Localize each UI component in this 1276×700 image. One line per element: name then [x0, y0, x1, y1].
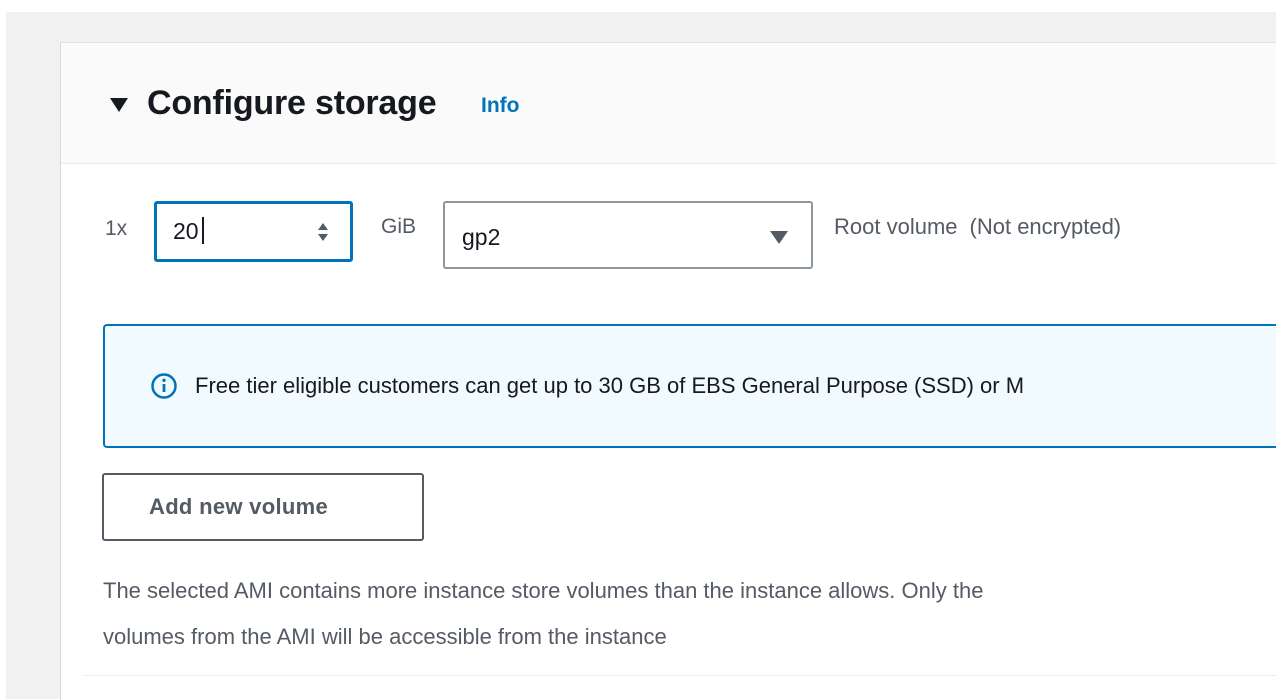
- collapse-caret-icon[interactable]: [109, 95, 129, 115]
- dropdown-arrow-icon: [769, 229, 789, 245]
- text-cursor: [202, 217, 204, 244]
- stepper-icon[interactable]: [316, 220, 330, 244]
- size-unit-label: GiB: [381, 215, 417, 238]
- add-new-volume-button[interactable]: Add new volume: [102, 473, 424, 541]
- free-tier-alert: Free tier eligible customers can get up …: [103, 324, 1276, 448]
- volume-size-input[interactable]: [173, 216, 303, 246]
- ami-warning-line-2: volumes from the AMI will be accessible …: [103, 624, 667, 649]
- volume-size-field[interactable]: [154, 201, 353, 262]
- volume-description: Root volume (Not encrypted): [834, 214, 1121, 240]
- volume-type-value: gp2: [462, 224, 501, 250]
- info-circle-icon: [150, 372, 178, 400]
- encryption-status: (Not encrypted): [969, 214, 1122, 239]
- ami-warning-line-1: The selected AMI contains more instance …: [103, 578, 984, 603]
- alert-text: Free tier eligible customers can get up …: [195, 373, 1025, 398]
- volume-name: Root volume: [834, 214, 958, 239]
- volume-quantity-label: 1x: [105, 217, 128, 240]
- root-volume-row: 1x GiB gp2 Root volume (Not encrypted): [61, 198, 1276, 273]
- volume-type-select[interactable]: gp2: [443, 201, 813, 269]
- section-divider: [83, 675, 1276, 676]
- ami-warning-text: The selected AMI contains more instance …: [103, 568, 1276, 660]
- section-title: Configure storage: [147, 84, 437, 122]
- configure-storage-panel: Configure storage Info 1x GiB gp2 Ro: [60, 42, 1276, 700]
- panel-header: Configure storage Info: [61, 43, 1276, 164]
- info-link[interactable]: Info: [481, 93, 519, 119]
